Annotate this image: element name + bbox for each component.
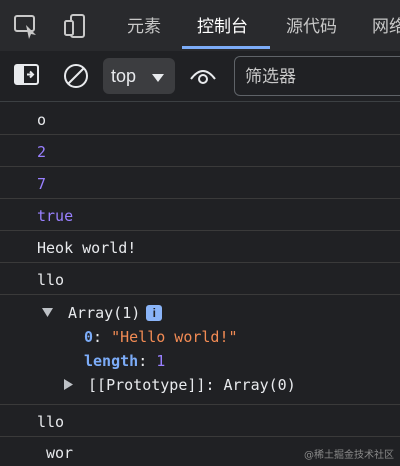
property-key: 0 bbox=[84, 328, 94, 346]
prototype-key: [[Prototype]] bbox=[88, 376, 206, 394]
devtools-tab-bar: 元素 控制台 源代码 网络 bbox=[0, 0, 400, 52]
console-log-text: llo bbox=[37, 271, 65, 289]
console-message: llo bbox=[0, 262, 400, 295]
property-key: length bbox=[84, 352, 139, 370]
console-log-number: 7 bbox=[37, 175, 47, 193]
context-selector[interactable]: top bbox=[103, 58, 175, 94]
filter-input-box[interactable] bbox=[234, 56, 400, 96]
array-prototype-entry[interactable]: [[Prototype]]: Array(0) bbox=[64, 376, 296, 394]
active-tab-indicator bbox=[182, 46, 270, 49]
info-badge-icon[interactable]: i bbox=[146, 305, 163, 321]
console-log-text: llo bbox=[37, 413, 65, 431]
array-entry-length: length: 1 bbox=[84, 352, 166, 370]
sidebar-toggle-icon[interactable] bbox=[14, 63, 40, 92]
console-message: llo bbox=[0, 404, 400, 437]
live-expression-eye-icon[interactable] bbox=[189, 65, 217, 92]
chevron-down-icon bbox=[151, 70, 165, 88]
prototype-value: Array(0) bbox=[223, 376, 296, 394]
array-entry-index: 0: "Hello world!" bbox=[84, 328, 238, 346]
console-log-text: wor bbox=[46, 444, 74, 462]
console-log-text: Heok world! bbox=[37, 239, 137, 257]
tab-console[interactable]: 控制台 bbox=[197, 0, 248, 51]
tab-network[interactable]: 网络 bbox=[372, 0, 400, 51]
filter-input[interactable] bbox=[243, 63, 400, 91]
property-value-string: "Hello world!" bbox=[111, 328, 238, 346]
console-message: true bbox=[0, 198, 400, 231]
console-log-number: 2 bbox=[37, 143, 47, 161]
inspect-element-icon[interactable] bbox=[12, 12, 40, 40]
caret-down-icon bbox=[42, 308, 53, 317]
console-message: Heok world! bbox=[0, 230, 400, 263]
tab-elements[interactable]: 元素 bbox=[127, 0, 161, 51]
context-selector-value: top bbox=[111, 66, 137, 86]
property-value-number: 1 bbox=[156, 352, 166, 370]
array-header: Array(1) bbox=[68, 304, 141, 322]
console-message: o bbox=[0, 102, 400, 135]
array-expand-toggle[interactable]: Array(1) i bbox=[42, 304, 163, 322]
watermark: @稀土掘金技术社区 bbox=[304, 450, 394, 461]
console-log-text: o bbox=[37, 111, 47, 129]
console-message: 7 bbox=[0, 166, 400, 199]
clear-console-icon[interactable] bbox=[63, 63, 89, 94]
tab-sources[interactable]: 源代码 bbox=[286, 0, 337, 51]
console-log-boolean: true bbox=[37, 207, 74, 225]
console-message-array: Array(1) i 0: "Hello world!" length: 1 [[… bbox=[0, 294, 400, 405]
caret-right-icon bbox=[64, 379, 73, 390]
device-toolbar-icon[interactable] bbox=[62, 12, 90, 40]
console-message: 2 bbox=[0, 134, 400, 167]
